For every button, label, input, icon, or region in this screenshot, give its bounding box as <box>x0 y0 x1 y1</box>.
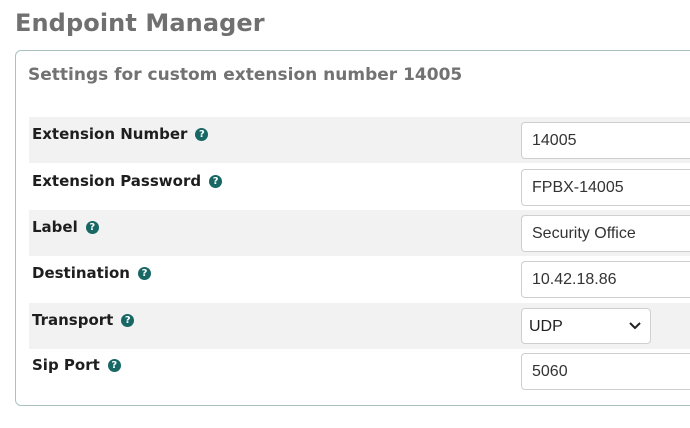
form-row-extension-password: Extension Password ? <box>29 164 690 210</box>
extension-password-label-group: Extension Password ? <box>32 170 223 192</box>
sip-port-input[interactable] <box>521 353 690 390</box>
label-field-label: Label <box>32 218 78 236</box>
extension-number-label-group: Extension Number ? <box>32 123 209 145</box>
transport-select-value: UDP <box>529 318 563 335</box>
panel-heading: Settings for custom extension number 140… <box>28 65 463 85</box>
transport-select[interactable]: UDP <box>521 308 651 344</box>
sip-port-label-group: Sip Port ? <box>32 354 121 376</box>
label-input[interactable] <box>521 215 690 252</box>
transport-label-group: Transport ? <box>32 309 135 331</box>
form-row-label: Label ? <box>29 210 690 256</box>
form-row-destination: Destination ? <box>29 256 690 302</box>
form-row-sip-port: Sip Port ? <box>29 348 690 394</box>
extension-password-label: Extension Password <box>32 172 202 190</box>
help-icon[interactable]: ? <box>121 313 135 327</box>
form-row-transport: Transport ? UDP <box>29 303 690 349</box>
destination-label-group: Destination ? <box>32 262 151 284</box>
form-row-extension-number: Extension Number ? <box>29 117 690 163</box>
help-icon[interactable]: ? <box>209 174 223 188</box>
destination-input[interactable] <box>521 261 690 298</box>
help-icon[interactable]: ? <box>107 358 121 372</box>
page-title: Endpoint Manager <box>15 9 265 37</box>
help-icon[interactable]: ? <box>85 220 99 234</box>
help-icon[interactable]: ? <box>195 127 209 141</box>
help-icon[interactable]: ? <box>137 266 151 280</box>
label-label-group: Label ? <box>32 216 99 238</box>
extension-number-input[interactable] <box>521 122 690 159</box>
sip-port-label: Sip Port <box>32 356 100 374</box>
extension-number-label: Extension Number <box>32 125 188 143</box>
extension-password-input[interactable] <box>521 169 690 206</box>
chevron-down-icon <box>629 322 641 330</box>
transport-label: Transport <box>32 311 114 329</box>
destination-label: Destination <box>32 264 130 282</box>
